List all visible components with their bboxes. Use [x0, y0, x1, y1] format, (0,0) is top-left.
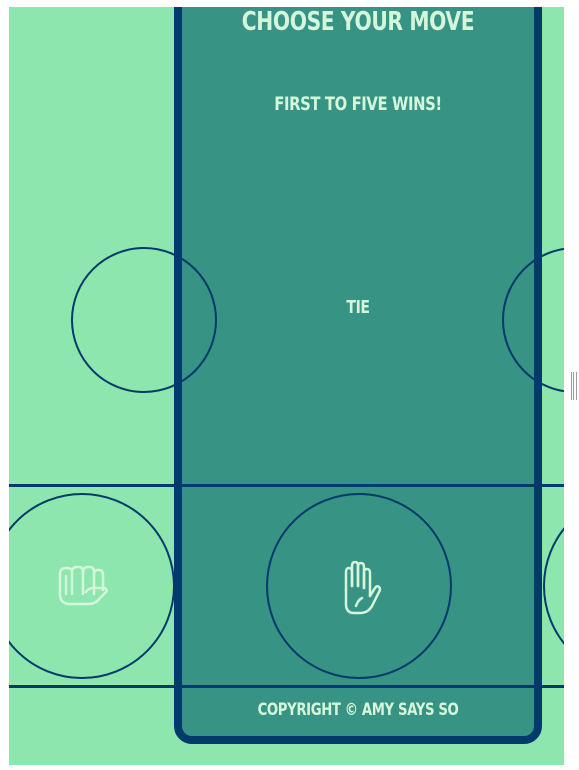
- fist-icon: [58, 565, 108, 606]
- raised-hand-icon: [344, 560, 382, 615]
- footer-copyright: Copyright © Amy Says So: [257, 700, 459, 720]
- resize-handle[interactable]: [571, 372, 577, 400]
- game-subtitle: First to five wins!: [274, 93, 442, 115]
- paper-move-button[interactable]: [266, 493, 452, 679]
- rock-move-button[interactable]: [9, 493, 175, 679]
- player-choice-circle: [71, 247, 217, 393]
- page-title: Choose your move: [241, 7, 475, 37]
- moves-top-divider: [9, 484, 564, 487]
- game-viewport: Choose your move First to five wins! Tie: [9, 7, 564, 765]
- moves-bottom-divider: [9, 685, 564, 688]
- round-result: Tie: [346, 297, 370, 318]
- scissors-move-button[interactable]: [543, 493, 564, 679]
